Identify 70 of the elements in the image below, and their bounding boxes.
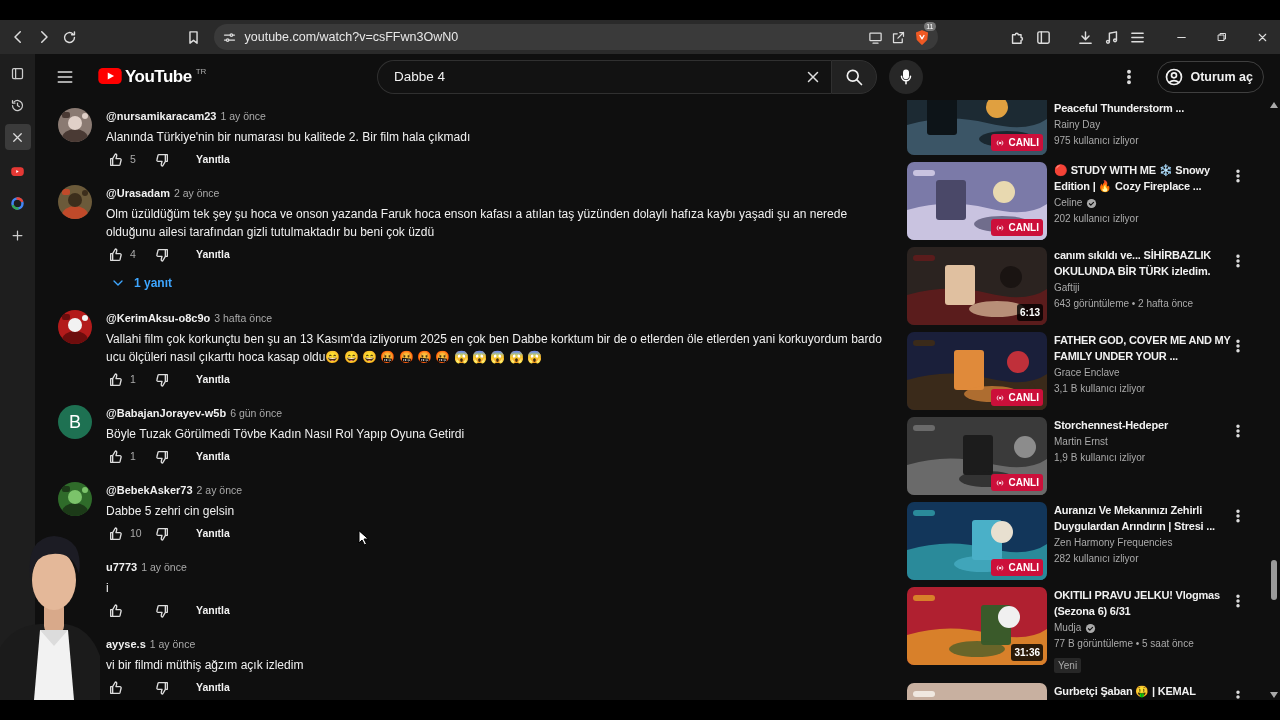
like-count: 10 bbox=[130, 526, 143, 542]
video-meta: 1,9 B kullanıcı izliyor bbox=[1054, 451, 1147, 465]
channel-name[interactable]: Martin Ernst bbox=[1054, 434, 1108, 450]
comment-time[interactable]: 3 hafta önce bbox=[214, 310, 273, 326]
live-label: CANLI bbox=[1008, 221, 1039, 235]
channel-name[interactable]: Celine bbox=[1054, 195, 1083, 211]
search-field[interactable]: Dabbe 4 bbox=[392, 65, 801, 89]
comment-author[interactable]: @nursamikaracam23 bbox=[106, 108, 217, 124]
comment-author[interactable]: u7773 bbox=[106, 559, 138, 575]
reply-button[interactable]: Yanıtla bbox=[184, 524, 242, 544]
video-meta: 3,1 B kullanıcı izliyor bbox=[1054, 382, 1147, 396]
logo-text[interactable]: YouTube bbox=[125, 67, 192, 87]
comment-time[interactable]: 1 ay önce bbox=[149, 636, 196, 652]
video-title[interactable]: Peaceful Thunderstorm ... bbox=[1054, 100, 1234, 116]
duration-label: 31:36 bbox=[1011, 644, 1043, 661]
region-label: TR bbox=[195, 67, 207, 77]
video-meta: 975 kullanıcı izliyor bbox=[1054, 134, 1140, 148]
comment-author[interactable]: @BebekAsker73 bbox=[106, 482, 193, 498]
video-title[interactable]: Gurbetçi Şaban 🤑 | KEMAL bbox=[1054, 683, 1234, 699]
live-label: CANLI bbox=[1008, 136, 1039, 150]
comment-time[interactable]: 6 gün önce bbox=[230, 405, 283, 421]
comment-text: Alanında Türkiye'nin bir numarası bu kalitede 2. Bir film hala çıkmadı bbox=[106, 129, 472, 146]
comment-text: Vallahi film çok korkunçtu ben şu an 13 Kasım'da izliyorum 2025 en çok ben Dabbe korktum bir de o etlerden öle etlerden yani korkuyordum bardo ucu ölçüleri nasıl çıkarttı hoca kasap oldu😄 😄 😄 🤬 🤬 🤬 🤬 😱 😱 😱 😱 😱 bbox=[106, 331, 883, 366]
video-title[interactable]: canım sıkıldı ve... SİHİRBAZLIK OKULUNDA BİR TÜRK izledim. bbox=[1054, 247, 1234, 279]
video-title[interactable]: Storchennest-Hedeper bbox=[1054, 417, 1234, 433]
video-title[interactable]: FATHER GOD, COVER ME AND MY FAMILY UNDER YOUR ... bbox=[1054, 332, 1234, 364]
live-label: CANLI bbox=[1008, 561, 1039, 575]
search-bar[interactable]: Dabbe 4 bbox=[377, 60, 831, 94]
comment-author[interactable]: ayyse.s bbox=[106, 636, 146, 652]
comment-author[interactable]: @BabajanJorayev-w5b bbox=[106, 405, 227, 421]
new-tag: Yeni bbox=[1054, 658, 1082, 673]
comment-time[interactable]: 1 ay önce bbox=[141, 559, 187, 575]
like-count: 1 bbox=[130, 449, 137, 465]
comment-text: i bbox=[106, 580, 110, 597]
comment-text: Dabbe 5 zehri cin gelsin bbox=[106, 503, 236, 520]
reply-button[interactable]: Yanıtla bbox=[184, 678, 242, 698]
live-label: CANLI bbox=[1008, 476, 1039, 490]
comment-author[interactable]: @Urasadam bbox=[106, 185, 170, 201]
like-count: 1 bbox=[130, 372, 137, 388]
channel-name[interactable]: Grace Enclave bbox=[1054, 365, 1120, 381]
video-meta: 282 kullanıcı izliyor bbox=[1054, 552, 1140, 566]
comment-author[interactable]: @KerimAksu-o8c9o bbox=[106, 310, 211, 326]
channel-name[interactable]: Zen Harmony Frequencies bbox=[1054, 535, 1173, 551]
reply-button[interactable]: Yanıtla bbox=[184, 601, 242, 621]
video-meta: 77 B görüntüleme • 5 saat önce bbox=[1054, 637, 1195, 651]
comment-time[interactable]: 2 ay önce bbox=[196, 482, 243, 498]
like-count: 5 bbox=[130, 152, 137, 168]
video-title[interactable]: Auranızı Ve Mekanınızı Zehirli Duygulardan Arındırın | Stresi ... bbox=[1054, 502, 1234, 534]
video-title[interactable]: OKITILI PRAVU JELKU! Vlogmas (Sezona 6) 6/31 bbox=[1054, 587, 1234, 619]
replies-toggle[interactable]: 1 yanıt bbox=[106, 271, 176, 295]
duration-label: 6:13 bbox=[1017, 304, 1043, 321]
comment-text: Böyle Tuzak Görülmedi Tövbe Kadın Nasıl Rol Yapıp Oyuna Getirdi bbox=[106, 426, 466, 443]
comment-text: Olm üzüldüğüm tek şey şu hoca ve onson yazanda Faruk hoca enson kafası a atılan taş yüzünden dolaylı hafıza kaybı yaşadi şu an nerede olduğunu ailesi tarafından gizli tutulmaktadır bu beni çok üzdü bbox=[106, 206, 849, 241]
channel-name[interactable]: Rainy Day bbox=[1054, 117, 1101, 133]
live-label: CANLI bbox=[1008, 391, 1039, 405]
reply-button[interactable]: Yanıtla bbox=[184, 370, 242, 390]
reply-button[interactable]: Yanıtla bbox=[184, 447, 242, 467]
reply-button[interactable]: Yanıtla bbox=[184, 245, 242, 265]
avatar[interactable]: B bbox=[58, 405, 92, 439]
reply-button[interactable]: Yanıtla bbox=[184, 150, 242, 170]
like-count: 4 bbox=[130, 247, 137, 263]
channel-name[interactable]: Gaftiji bbox=[1054, 280, 1080, 296]
comment-time[interactable]: 2 ay önce bbox=[173, 185, 220, 201]
video-meta: 643 görüntüleme • 2 hafta önce bbox=[1054, 297, 1195, 311]
comment-time[interactable]: 1 ay önce bbox=[220, 108, 266, 124]
comment-text: vi bir filmdi müthiş ağzım açık izledim bbox=[106, 657, 305, 674]
channel-name[interactable]: Mudja bbox=[1054, 620, 1082, 636]
url-text: youtube.com/watch?v=csFFwn3OwN0 bbox=[244, 28, 460, 46]
video-title[interactable]: 🔴 STUDY WITH ME ❄ Snowy Edition | 🔥 Cozy Fireplace ... bbox=[1054, 162, 1234, 194]
video-meta: 202 kullanıcı izliyor bbox=[1054, 212, 1140, 226]
